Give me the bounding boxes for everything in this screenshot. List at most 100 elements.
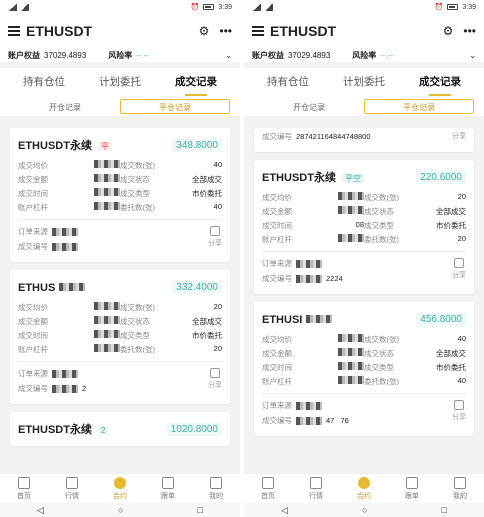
trade-card: ETHUS 332.4000 成交均价 成交数(张) 20 成交金额 成交状态 全部… (10, 270, 230, 404)
nav-contract[interactable]: 合约 (340, 474, 388, 503)
close-records-button[interactable]: 平仓记录 (364, 98, 474, 114)
nav-profile[interactable]: 我的 (192, 474, 240, 503)
share-button[interactable]: 分享 (452, 131, 466, 141)
avg-price-label: 成交均价 (18, 303, 48, 312)
tab-bar: 持有仓位 计划委托 成交记录 (0, 62, 240, 96)
redacted-mosaic (338, 234, 364, 242)
record-switch: 开仓记录 平仓记录 (0, 96, 240, 116)
risk-label: 风险率 (108, 50, 133, 60)
nav-copy-trade[interactable]: 跟单 (144, 474, 192, 503)
redacted-mosaic (94, 302, 120, 310)
account-bar: 账户权益 37029.4893 风险率 --.-- ⌄ (0, 48, 240, 62)
system-nav-bar: ◁ ○ □ (244, 503, 484, 517)
menu-icon[interactable] (8, 26, 20, 36)
source-label: 订单来源 (262, 259, 292, 268)
home-circle-icon[interactable]: ○ (362, 505, 367, 515)
status-time: 3:39 (462, 3, 476, 11)
open-records-button[interactable]: 开仓记录 (254, 99, 364, 114)
order-no-label: 成交编号 (18, 384, 48, 393)
tab-trade-history[interactable]: 成交记录 (158, 68, 234, 96)
back-icon[interactable]: ◁ (37, 505, 44, 516)
recent-apps-icon[interactable]: □ (198, 505, 203, 515)
share-icon (210, 368, 220, 378)
redacted-mosaic (94, 160, 120, 168)
risk-value: --.-- (136, 50, 150, 60)
more-icon[interactable]: ••• (219, 24, 232, 38)
tab-plan-orders[interactable]: 计划委托 (82, 68, 158, 96)
card-price: 456.8000 (416, 312, 466, 326)
time-label: 成交时间 (18, 189, 48, 198)
tab-positions[interactable]: 持有仓位 (250, 68, 326, 96)
settings-icon[interactable]: ⚙ (443, 24, 454, 38)
tab-bar: 持有仓位 计划委托 成交记录 (244, 62, 484, 96)
settings-icon[interactable]: ⚙ (199, 24, 210, 38)
app-header: ETHUSDT ⚙ ••• (0, 14, 240, 48)
nav-home[interactable]: 首页 (0, 474, 48, 503)
share-icon (210, 226, 220, 236)
more-icon[interactable]: ••• (463, 24, 476, 38)
record-switch: 开仓记录 平仓记录 (244, 96, 484, 116)
order-no-label: 成交编号 (18, 242, 48, 251)
home-icon (262, 477, 274, 489)
recent-apps-icon[interactable]: □ (442, 505, 447, 515)
source-label: 订单来源 (18, 369, 48, 378)
equity-label: 账户权益 (252, 50, 284, 60)
trade-card: ETHUSDT永续 平空 220.6000 成交均价 成交数(张) 20 成交金额 … (254, 160, 474, 294)
tab-trade-history[interactable]: 成交记录 (402, 68, 478, 96)
order-no-tail: 2 (82, 384, 87, 393)
nav-home[interactable]: 首页 (244, 474, 292, 503)
signal-icon (8, 3, 17, 11)
trade-card: ETHUSDT永续平 348.8000 成交均价 成交数(张) 40 成交金额 成… (10, 128, 230, 262)
share-button[interactable]: 分享 (208, 226, 222, 248)
order-qty-label: 委托数(张) (364, 377, 399, 386)
trade-list[interactable]: ETHUSDT永续平 348.8000 成交均价 成交数(张) 40 成交金额 成… (0, 128, 240, 473)
bottom-nav: 首页 行情 合约 跟单 我的 (244, 473, 484, 503)
nav-contract[interactable]: 合约 (96, 474, 144, 503)
state-label: 成交状态 (364, 349, 394, 358)
leverage-label: 账户杠杆 (18, 345, 48, 354)
nav-profile[interactable]: 我的 (436, 474, 484, 503)
redacted-mosaic (338, 192, 364, 200)
type-value: 市价委托 (436, 221, 466, 230)
time-label: 成交时间 (262, 363, 292, 372)
nav-market[interactable]: 行情 (292, 474, 340, 503)
order-qty-value: 40 (457, 376, 466, 385)
redacted-mosaic (94, 188, 120, 196)
card-price: 220.6000 (416, 170, 466, 184)
share-button[interactable]: 分享 (452, 258, 466, 280)
home-circle-icon[interactable]: ○ (118, 505, 123, 515)
order-no-mid: 47 (326, 416, 335, 425)
equity-value: 37029.4893 (44, 50, 87, 60)
trade-list[interactable]: 成交编号 287421164844748800 分享 ETHUSDT永续 平空 22… (244, 128, 484, 473)
trade-card: ETHUSDT永续 2 1020.8000 (10, 412, 230, 446)
card-symbol: ETHUSDT永续 (262, 172, 336, 184)
back-icon[interactable]: ◁ (281, 505, 288, 516)
redacted-mosaic (306, 314, 333, 323)
card-symbol: ETHUSDT永续 (18, 140, 92, 152)
share-button[interactable]: 分享 (208, 368, 222, 390)
nav-copy-trade[interactable]: 跟单 (388, 474, 436, 503)
menu-icon[interactable] (252, 26, 264, 36)
nav-market[interactable]: 行情 (48, 474, 96, 503)
redacted-mosaic (94, 202, 120, 210)
share-button[interactable]: 分享 (452, 400, 466, 422)
tab-positions[interactable]: 持有仓位 (6, 68, 82, 96)
state-value: 全部成交 (192, 317, 222, 326)
close-records-button[interactable]: 平仓记录 (120, 98, 230, 114)
tab-plan-orders[interactable]: 计划委托 (326, 68, 402, 96)
redacted-mosaic (94, 330, 120, 338)
trade-card: ETHUSI 456.8000 成交均价 成交数(张) 40 成交金额 成交状态 全… (254, 302, 474, 436)
home-icon (18, 477, 30, 489)
equity-value: 37029.4893 (288, 50, 331, 60)
contract-icon (358, 477, 370, 489)
qty-value: 20 (457, 192, 466, 201)
status-bar: ⏰ 3:39 (244, 0, 484, 14)
order-no-tail: 2224 (326, 274, 343, 283)
user-icon (454, 477, 466, 489)
open-records-button[interactable]: 开仓记录 (10, 99, 120, 114)
chevron-down-icon[interactable]: ⌄ (225, 51, 232, 60)
avg-price-label: 成交均价 (262, 193, 292, 202)
type-value: 市价委托 (192, 189, 222, 198)
chevron-down-icon[interactable]: ⌄ (469, 51, 476, 60)
card-tag: 平空 (341, 174, 364, 183)
